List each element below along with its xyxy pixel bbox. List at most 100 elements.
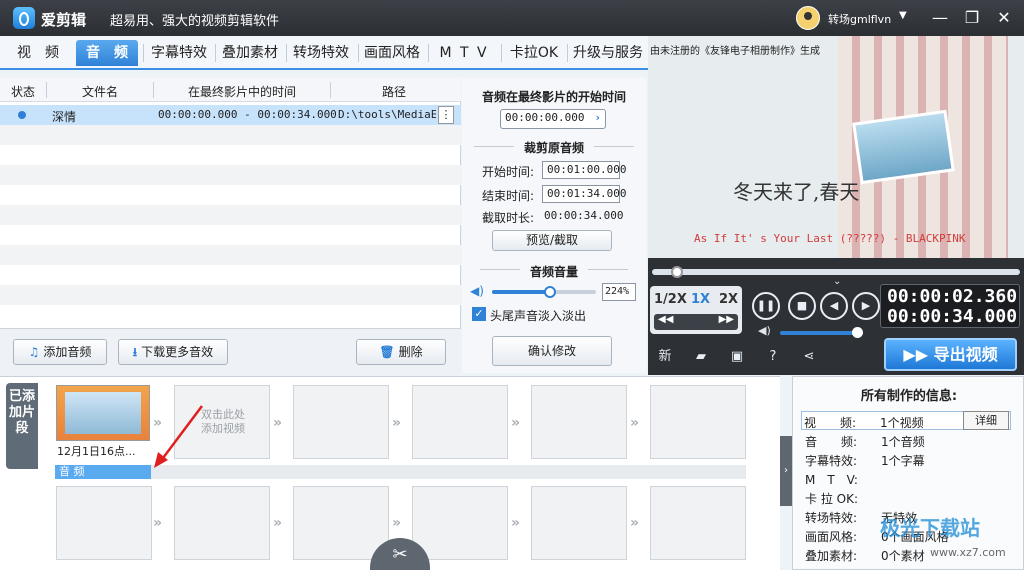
clip-preview-image xyxy=(65,392,141,434)
info-key: 视 频: xyxy=(804,416,857,430)
tab-overlay[interactable]: 叠加素材 xyxy=(216,40,284,66)
video-clip-thumbnail[interactable] xyxy=(56,385,150,441)
audio-track-clip[interactable]: 音 频 xyxy=(55,465,151,479)
app-name: 爱剪辑 xyxy=(41,11,87,29)
audio-path: D:\tools\MediaE... xyxy=(338,108,436,121)
collapse-panel-button[interactable]: › xyxy=(780,436,792,506)
open-folder-icon[interactable]: ▰ xyxy=(692,348,710,366)
help-icon[interactable]: ? xyxy=(764,348,782,366)
empty-clip-slot[interactable] xyxy=(412,486,508,560)
previous-frame-button[interactable]: ◀ xyxy=(820,292,848,320)
delete-button[interactable]: 🗑 删除 xyxy=(356,339,446,365)
preview-trim-button[interactable]: 预览/截取 xyxy=(492,230,612,251)
empty-clip-slot[interactable] xyxy=(56,486,152,560)
tab-audio[interactable]: 音 频 xyxy=(76,40,138,66)
volume-icon[interactable]: ◀) xyxy=(758,324,771,337)
app-slogan: 超易用、强大的视频剪辑软件 xyxy=(110,14,280,29)
empty-clip-slot[interactable] xyxy=(650,486,746,560)
arrow-right-icon: » xyxy=(630,515,640,531)
tab-divider xyxy=(567,44,568,62)
table-row xyxy=(0,285,461,305)
arrow-right-icon: » xyxy=(511,415,521,431)
fade-checkbox[interactable]: ✓ xyxy=(472,307,486,321)
preview-song-title: As If It' s Your Last (?????) - BLACKPIN… xyxy=(694,232,966,245)
detail-button[interactable]: 详细 xyxy=(963,411,1009,430)
export-icon: ▶▶ xyxy=(903,345,934,364)
column-header-status: 状态 xyxy=(10,85,35,99)
chevron-down-icon[interactable]: ▼ xyxy=(899,10,907,21)
tab-karaoke[interactable]: 卡拉OK xyxy=(503,40,565,66)
jog-wheel[interactable]: ◀◀ ▶▶ xyxy=(654,314,738,330)
site-watermark: 极光下载站 xyxy=(880,516,980,540)
share-icon[interactable]: ⋖ xyxy=(800,348,818,366)
table-row xyxy=(0,185,461,205)
start-time-title: 音频在最终影片的开始时间 xyxy=(481,90,626,104)
preview-caption: 冬天来了,春天 xyxy=(733,180,860,204)
player-volume-slider[interactable] xyxy=(780,331,858,335)
user-name[interactable]: 转场gmlflvn xyxy=(828,11,891,27)
start-time-input[interactable]: 00:01:00.000 xyxy=(542,161,626,179)
speed-double-button[interactable]: 2X xyxy=(719,292,738,307)
current-time: 00:00:02.360 xyxy=(887,286,1018,307)
end-time-input[interactable]: 00:01:34.000 xyxy=(542,185,626,203)
empty-clip-slot[interactable] xyxy=(650,385,746,459)
info-row-video: 视 频: 1个视频 详细 xyxy=(801,411,1011,430)
add-audio-label: 添加音频 xyxy=(43,345,92,359)
start-position-value: 00:00:00.000 xyxy=(505,111,585,124)
minimize-button[interactable]: — xyxy=(928,6,952,30)
empty-clip-slot[interactable] xyxy=(293,385,389,459)
close-button[interactable]: ✕ xyxy=(992,6,1016,30)
tab-divider xyxy=(501,44,502,62)
user-avatar[interactable] xyxy=(796,6,820,30)
info-row-mtv: M T V: xyxy=(803,469,1013,488)
save-icon[interactable]: ▣ xyxy=(728,348,746,366)
info-key: 音 频: xyxy=(805,435,858,449)
info-row-audio: 音 频: 1个音频 xyxy=(803,431,1013,450)
tab-subtitle-effects[interactable]: 字幕特效 xyxy=(145,40,213,66)
empty-clip-slot[interactable] xyxy=(174,486,270,560)
rewind-icon[interactable]: ◀◀ xyxy=(658,314,673,325)
empty-clip-slot[interactable] xyxy=(412,385,508,459)
more-options-button[interactable]: ⋮ xyxy=(438,106,454,124)
speed-normal-button[interactable]: 1X xyxy=(691,292,710,307)
confirm-button[interactable]: 确认修改 xyxy=(492,336,612,366)
chevron-down-icon[interactable]: ⌄ xyxy=(833,276,841,287)
empty-clip-slot[interactable] xyxy=(531,385,627,459)
info-key: 叠加素材: xyxy=(805,549,858,563)
maximize-button[interactable]: ❐ xyxy=(960,6,984,30)
stop-button[interactable]: ■ xyxy=(788,292,816,320)
add-audio-button[interactable]: ♫ 添加音频 xyxy=(13,339,107,365)
main-tabs: 视 频 音 频 字幕特效 叠加素材 转场特效 画面风格 M T V 卡拉OK 升… xyxy=(0,36,648,70)
speed-half-button[interactable]: 1/2X xyxy=(654,292,687,307)
export-video-button[interactable]: ▶▶ 导出视频 xyxy=(884,338,1017,371)
duration-label: 截取时长: xyxy=(482,211,535,225)
new-project-icon[interactable]: 新 xyxy=(656,348,674,366)
tab-divider xyxy=(428,44,429,62)
tab-mtv[interactable]: M T V xyxy=(430,40,498,66)
info-value: 0个素材 xyxy=(881,549,925,563)
download-effects-button[interactable]: ⭳ 下载更多音效 xyxy=(118,339,228,365)
pause-button[interactable]: ❚❚ xyxy=(752,292,780,320)
download-icon: ⭳ xyxy=(132,345,138,359)
empty-clip-slot[interactable] xyxy=(531,486,627,560)
empty-clip-slot[interactable] xyxy=(293,486,389,560)
added-clips-tab[interactable]: 已添加片段 xyxy=(6,383,38,469)
tab-video[interactable]: 视 频 xyxy=(6,40,70,66)
tab-upgrade[interactable]: 升级与服务 xyxy=(569,40,647,66)
playback-progress-thumb[interactable] xyxy=(671,266,683,278)
arrow-right-icon: » xyxy=(273,415,283,431)
player-volume-thumb[interactable] xyxy=(852,327,863,338)
tab-transitions[interactable]: 转场特效 xyxy=(287,40,355,66)
volume-input[interactable]: 224% xyxy=(602,283,636,301)
playback-progress-bar[interactable] xyxy=(652,269,1020,275)
start-position-field[interactable]: 00:00:00.000 › xyxy=(500,109,606,129)
table-row xyxy=(0,205,461,225)
column-header-path: 路径 xyxy=(381,85,406,99)
download-effects-label: 下载更多音效 xyxy=(141,345,214,359)
tab-style[interactable]: 画面风格 xyxy=(359,40,425,66)
fast-forward-icon[interactable]: ▶▶ xyxy=(719,314,734,325)
next-frame-button[interactable]: ▶ xyxy=(852,292,880,320)
site-watermark-url: www.xz7.com xyxy=(930,546,1006,559)
volume-slider-thumb[interactable] xyxy=(544,286,557,298)
table-row[interactable]: 深情 00:00:00.000 - 00:00:34.000 D:\tools\… xyxy=(0,105,461,125)
